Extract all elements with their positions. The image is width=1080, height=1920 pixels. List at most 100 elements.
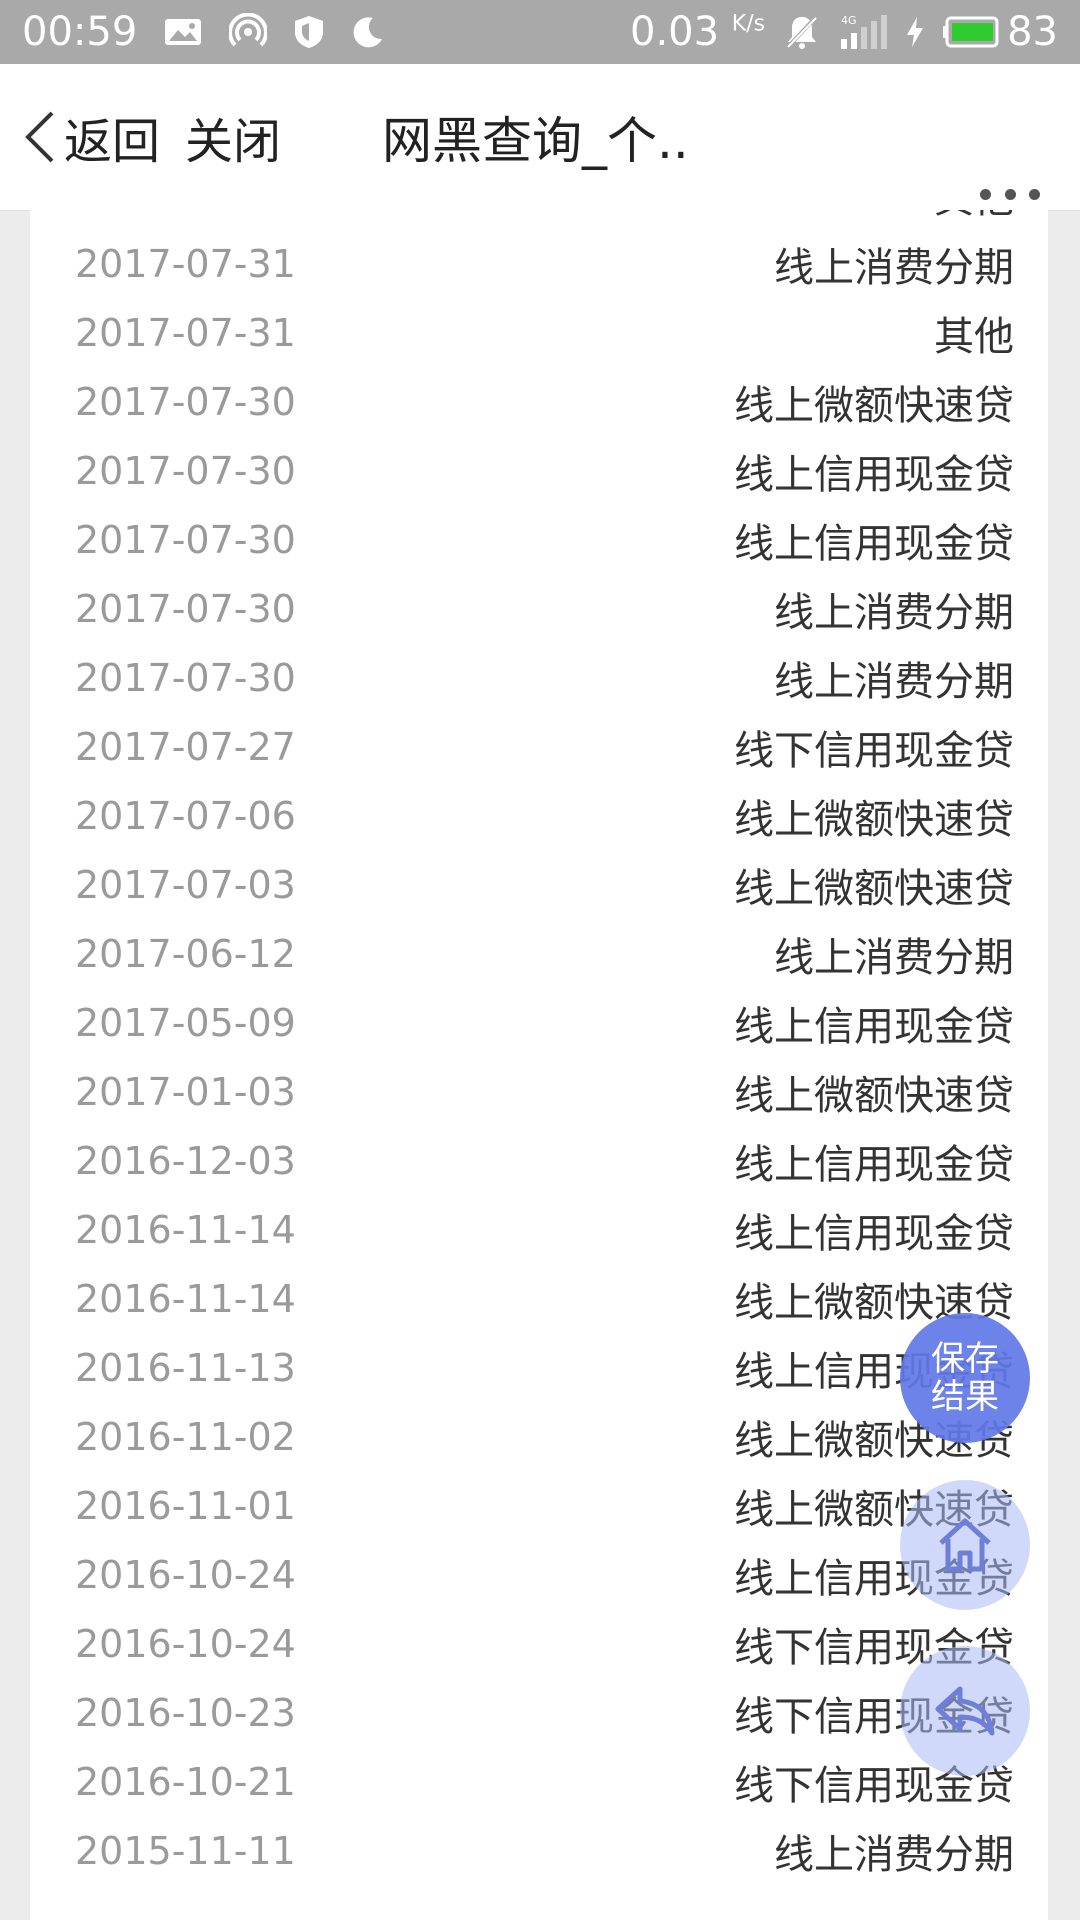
- more-dot: [980, 188, 991, 200]
- record-date: 2017-08-02: [75, 210, 296, 217]
- record-type: 线上信用现金贷: [734, 1003, 1014, 1050]
- hotspot-icon: [229, 13, 268, 51]
- record-date: 2017-07-06: [75, 793, 296, 838]
- record-type: 线上消费分期: [774, 244, 1014, 291]
- mute-icon: [783, 13, 821, 51]
- record-date: 2016-11-02: [75, 1414, 296, 1459]
- list-item: 2015-11-11 线上消费分期: [30, 1816, 1048, 1885]
- network-speed: 0.03 K/s: [630, 9, 765, 55]
- save-result-button[interactable]: 保存 结果: [900, 1313, 1030, 1443]
- image-icon: [163, 16, 203, 48]
- list-item: 2017-07-30 线上消费分期: [30, 574, 1048, 643]
- back-button[interactable]: 返回: [22, 102, 160, 172]
- list-item: 2017-08-02 其他: [30, 210, 1048, 229]
- status-bar-right: 0.03 K/s 4G 83: [612, 9, 1058, 55]
- record-type: 线上消费分期: [774, 1831, 1014, 1878]
- nav-bar: 返回 关闭 网黑查询_个..: [0, 64, 1080, 211]
- network-speed-value: 0.03: [630, 9, 720, 55]
- list-item: 2016-11-14 线上信用现金贷: [30, 1195, 1048, 1264]
- network-type: 4G: [841, 14, 857, 27]
- list-item: 2016-10-23 线下信用现金贷: [30, 1678, 1048, 1747]
- record-type: 线上信用现金贷: [734, 451, 1014, 498]
- records-panel[interactable]: 2017-08-02 其他 2017-07-31 线上消费分期 2017-07-31 其他…: [30, 210, 1048, 1920]
- record-date: 2016-10-23: [75, 1690, 296, 1735]
- list-item: 2016-11-14 线上微额快速贷: [30, 1264, 1048, 1333]
- back-arrow-button[interactable]: [900, 1646, 1030, 1776]
- chevron-left-icon: [25, 111, 54, 163]
- status-bar: 00:59 0.03 K/s 4G 83: [0, 0, 1080, 64]
- record-type: 线上微额快速贷: [734, 796, 1014, 843]
- more-dot: [1029, 188, 1040, 200]
- list-item: 2017-07-30 线上信用现金贷: [30, 505, 1048, 574]
- list-item: 2016-12-03 线上信用现金贷: [30, 1126, 1048, 1195]
- list-item: 2017-01-03 线上微额快速贷: [30, 1057, 1048, 1126]
- list-item: 2016-11-01 线上微额快速贷: [30, 1471, 1048, 1540]
- more-icon[interactable]: [980, 184, 1040, 204]
- record-type: 线上消费分期: [774, 589, 1014, 636]
- record-date: 2017-07-30: [75, 655, 296, 700]
- record-type: 线上微额快速贷: [734, 1072, 1014, 1119]
- record-type: 线上消费分期: [774, 658, 1014, 705]
- more-dot: [1004, 188, 1016, 200]
- battery-indicator: 83: [943, 9, 1058, 55]
- list-item: 2016-10-24 线上信用现金贷: [30, 1540, 1048, 1609]
- list-item: 2017-07-03 线上微额快速贷: [30, 850, 1048, 919]
- record-date: 2015-11-11: [75, 1828, 296, 1873]
- list-item: 2017-07-30 线上微额快速贷: [30, 367, 1048, 436]
- list-item: 2017-07-30 线上信用现金贷: [30, 436, 1048, 505]
- record-date: 2016-11-01: [75, 1483, 296, 1528]
- record-date: 2017-07-30: [75, 448, 296, 493]
- record-type: 其他: [934, 210, 1014, 224]
- record-type: 线上信用现金贷: [734, 1210, 1014, 1257]
- back-label: 返回: [64, 114, 161, 170]
- record-date: 2017-01-03: [75, 1069, 296, 1114]
- battery-icon: [943, 16, 999, 48]
- home-button[interactable]: [900, 1480, 1030, 1610]
- battery-level: 83: [1007, 9, 1058, 55]
- record-date: 2017-07-31: [75, 310, 296, 355]
- list-item: 2017-07-27 线下信用现金贷: [30, 712, 1048, 781]
- record-date: 2016-10-24: [75, 1552, 296, 1597]
- record-date: 2017-07-30: [75, 586, 296, 631]
- list-item: 2017-05-09 线上信用现金贷: [30, 988, 1048, 1057]
- record-type: 线上消费分期: [774, 934, 1014, 981]
- record-date: 2017-06-12: [75, 931, 296, 976]
- record-date: 2016-12-03: [75, 1138, 296, 1183]
- back-arrow-icon: [935, 1686, 995, 1736]
- record-type: 线上信用现金贷: [734, 520, 1014, 567]
- record-date: 2017-07-30: [75, 379, 296, 424]
- record-type: 线上信用现金贷: [734, 1141, 1014, 1188]
- save-result-label-line1: 保存: [931, 1339, 999, 1379]
- record-date: 2017-07-03: [75, 862, 296, 907]
- close-button[interactable]: 关闭: [185, 102, 281, 172]
- record-date: 2016-11-14: [75, 1276, 296, 1321]
- record-type: 线上微额快速贷: [734, 382, 1014, 429]
- list-item: 2016-10-21 线下信用现金贷: [30, 1747, 1048, 1816]
- record-date: 2017-07-30: [75, 517, 296, 562]
- clock: 00:59: [22, 9, 138, 55]
- home-icon: [939, 1518, 991, 1572]
- record-date: 2017-05-09: [75, 1000, 296, 1045]
- close-label: 关闭: [185, 114, 282, 170]
- list-item: 2016-11-13 线上信用现金贷: [30, 1333, 1048, 1402]
- record-type: 线上微额快速贷: [734, 865, 1014, 912]
- record-date: 2017-07-27: [75, 724, 296, 769]
- shield-icon: [293, 14, 325, 50]
- status-bar-left: 00:59: [22, 9, 411, 55]
- records-list: 2017-08-02 其他 2017-07-31 线上消费分期 2017-07-31 其他…: [30, 210, 1048, 1885]
- list-item: 2017-07-31 其他: [30, 298, 1048, 367]
- page-title: 网黑查询_个..: [382, 112, 689, 170]
- record-date: 2017-07-31: [75, 241, 296, 286]
- network-speed-unit: K/s: [731, 11, 766, 37]
- charging-icon: [905, 15, 925, 49]
- list-item: 2016-11-02 线上微额快速贷: [30, 1402, 1048, 1471]
- list-item: 2017-06-12 线上消费分期: [30, 919, 1048, 988]
- record-type: 线下信用现金贷: [734, 727, 1014, 774]
- signal-icon: 4G: [839, 13, 888, 51]
- moon-icon: [351, 15, 385, 49]
- record-date: 2016-11-13: [75, 1345, 296, 1390]
- list-item: 2017-07-31 线上消费分期: [30, 229, 1048, 298]
- list-item: 2017-07-30 线上消费分期: [30, 643, 1048, 712]
- record-date: 2016-10-21: [75, 1759, 296, 1804]
- list-item: 2016-10-24 线下信用现金贷: [30, 1609, 1048, 1678]
